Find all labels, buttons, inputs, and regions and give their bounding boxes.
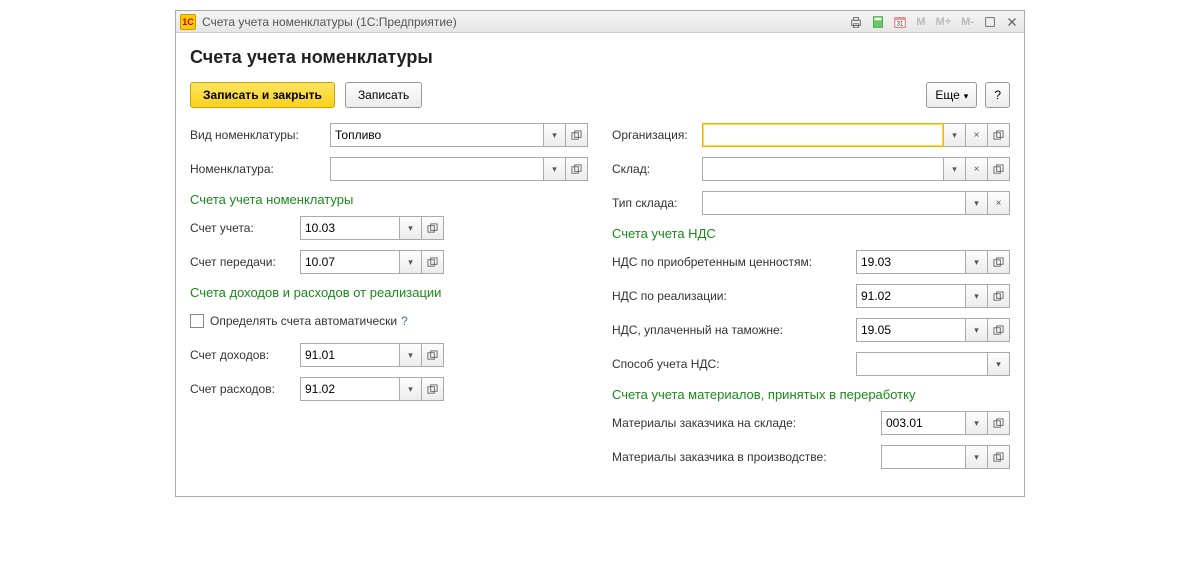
titlebar: 1С Счета учета номенклатуры (1С:Предприя… <box>176 11 1024 33</box>
app-logo-icon: 1С <box>180 14 196 30</box>
open-external-button[interactable] <box>988 123 1010 147</box>
close-icon[interactable] <box>1004 14 1020 30</box>
content: Счета учета номенклатуры Записать и закр… <box>176 33 1024 496</box>
dropdown-button[interactable] <box>944 123 966 147</box>
materials-prod-label: Материалы заказчика в производстве: <box>612 450 881 464</box>
materials-stock-label: Материалы заказчика на складе: <box>612 416 881 430</box>
help-icon[interactable]: ? <box>401 314 408 328</box>
clear-button[interactable]: × <box>966 157 988 181</box>
open-external-button[interactable] <box>988 157 1010 181</box>
open-external-button[interactable] <box>988 445 1010 469</box>
dropdown-button[interactable] <box>544 123 566 147</box>
warehouse-type-label: Тип склада: <box>612 196 702 210</box>
expense-account-label: Счет расходов: <box>190 382 300 396</box>
open-external-button[interactable] <box>988 411 1010 435</box>
transfer-account-label: Счет передачи: <box>190 255 300 269</box>
organization-input[interactable] <box>702 123 944 147</box>
svg-text:31: 31 <box>897 20 904 27</box>
vat-method-input[interactable] <box>856 352 988 376</box>
open-external-button[interactable] <box>422 250 444 274</box>
calculator-icon[interactable] <box>870 14 886 30</box>
vat-sales-label: НДС по реализации: <box>612 289 856 303</box>
dropdown-button[interactable] <box>988 352 1010 376</box>
materials-stock-input[interactable] <box>881 411 966 435</box>
nomenclature-type-label: Вид номенклатуры: <box>190 128 330 142</box>
accounts-section-title: Счета учета номенклатуры <box>190 192 588 207</box>
open-external-button[interactable] <box>422 377 444 401</box>
more-button[interactable]: Еще <box>926 82 977 108</box>
dropdown-button[interactable] <box>400 250 422 274</box>
print-icon[interactable] <box>848 14 864 30</box>
materials-prod-input[interactable] <box>881 445 966 469</box>
dropdown-button[interactable] <box>544 157 566 181</box>
memory-mplus-button[interactable]: M+ <box>934 16 954 28</box>
clear-button[interactable]: × <box>966 123 988 147</box>
open-external-button[interactable] <box>988 250 1010 274</box>
auto-accounts-checkbox[interactable] <box>190 314 204 328</box>
organization-label: Организация: <box>612 128 702 142</box>
left-column: Вид номенклатуры: Номенклатура: <box>190 122 588 478</box>
account-label: Счет учета: <box>190 221 300 235</box>
dropdown-button[interactable] <box>400 343 422 367</box>
materials-section-title: Счета учета материалов, принятых в перер… <box>612 387 1010 402</box>
minimize-icon[interactable] <box>982 14 998 30</box>
expense-account-input[interactable] <box>300 377 400 401</box>
vat-customs-input[interactable] <box>856 318 966 342</box>
warehouse-type-input[interactable] <box>702 191 966 215</box>
open-external-button[interactable] <box>422 343 444 367</box>
vat-acquired-label: НДС по приобретенным ценностям: <box>612 255 856 269</box>
dropdown-button[interactable] <box>966 318 988 342</box>
dropdown-button[interactable] <box>966 445 988 469</box>
warehouse-label: Склад: <box>612 162 702 176</box>
clear-button[interactable]: × <box>988 191 1010 215</box>
toolbar: Записать и закрыть Записать Еще ? <box>190 82 1010 108</box>
vat-acquired-input[interactable] <box>856 250 966 274</box>
window-title: Счета учета номенклатуры (1С:Предприятие… <box>202 15 457 29</box>
help-button[interactable]: ? <box>985 82 1010 108</box>
calendar-icon[interactable]: 31 <box>892 14 908 30</box>
vat-sales-input[interactable] <box>856 284 966 308</box>
save-close-button[interactable]: Записать и закрыть <box>190 82 335 108</box>
dropdown-button[interactable] <box>400 377 422 401</box>
transfer-account-input[interactable] <box>300 250 400 274</box>
more-label: Еще <box>935 88 959 102</box>
pl-section-title: Счета доходов и расходов от реализации <box>190 285 588 300</box>
window: 1С Счета учета номенклатуры (1С:Предприя… <box>175 10 1025 497</box>
vat-section-title: Счета учета НДС <box>612 226 1010 241</box>
warehouse-input[interactable] <box>702 157 944 181</box>
save-button[interactable]: Записать <box>345 82 422 108</box>
open-external-button[interactable] <box>566 157 588 181</box>
open-external-button[interactable] <box>988 284 1010 308</box>
nomenclature-label: Номенклатура: <box>190 162 330 176</box>
open-external-button[interactable] <box>988 318 1010 342</box>
chevron-down-icon <box>964 88 969 102</box>
income-account-input[interactable] <box>300 343 400 367</box>
nomenclature-type-input[interactable] <box>330 123 544 147</box>
memory-m-button[interactable]: M <box>914 16 927 28</box>
open-external-button[interactable] <box>566 123 588 147</box>
account-input[interactable] <box>300 216 400 240</box>
page-title: Счета учета номенклатуры <box>190 47 1010 68</box>
dropdown-button[interactable] <box>944 157 966 181</box>
open-external-button[interactable] <box>422 216 444 240</box>
income-account-label: Счет доходов: <box>190 348 300 362</box>
vat-customs-label: НДС, уплаченный на таможне: <box>612 323 856 337</box>
titlebar-actions: 31 M M+ M- <box>848 14 1020 30</box>
dropdown-button[interactable] <box>966 284 988 308</box>
dropdown-button[interactable] <box>966 250 988 274</box>
auto-accounts-label: Определять счета автоматически <box>210 314 397 328</box>
dropdown-button[interactable] <box>966 411 988 435</box>
vat-method-label: Способ учета НДС: <box>612 357 856 371</box>
right-column: Организация: × Склад: × <box>612 122 1010 478</box>
nomenclature-input[interactable] <box>330 157 544 181</box>
dropdown-button[interactable] <box>966 191 988 215</box>
memory-mminus-button[interactable]: M- <box>959 16 976 28</box>
dropdown-button[interactable] <box>400 216 422 240</box>
